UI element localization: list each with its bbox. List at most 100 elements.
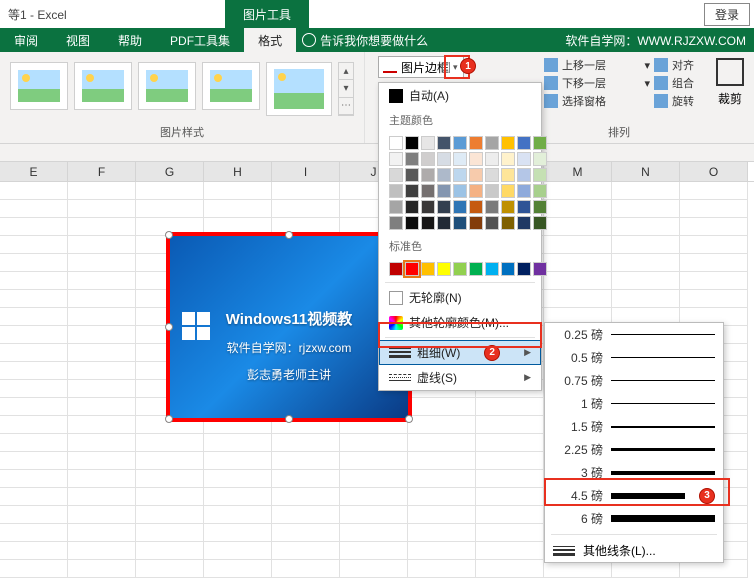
cell[interactable] — [476, 416, 544, 434]
cell[interactable] — [544, 182, 612, 200]
cell[interactable] — [68, 326, 136, 344]
crop-icon[interactable] — [716, 58, 744, 86]
auto-color-item[interactable]: 自动(A) — [379, 83, 541, 108]
color-swatch[interactable] — [501, 184, 515, 198]
color-swatch[interactable] — [517, 136, 531, 150]
cell[interactable] — [476, 398, 544, 416]
color-swatch[interactable] — [405, 200, 419, 214]
cell[interactable] — [680, 290, 748, 308]
cell[interactable] — [136, 182, 204, 200]
color-swatch[interactable] — [453, 200, 467, 214]
cell[interactable] — [476, 452, 544, 470]
cell[interactable] — [544, 200, 612, 218]
color-swatch[interactable] — [389, 262, 403, 276]
column-header[interactable]: G — [136, 162, 204, 181]
cell[interactable] — [272, 542, 340, 560]
color-swatch[interactable] — [405, 184, 419, 198]
cell[interactable] — [612, 200, 680, 218]
cell[interactable] — [0, 506, 68, 524]
cell[interactable] — [68, 344, 136, 362]
cell[interactable] — [476, 488, 544, 506]
color-swatch[interactable] — [533, 152, 547, 166]
rotate-button[interactable]: 旋转 — [672, 93, 694, 109]
color-swatch[interactable] — [469, 216, 483, 230]
cell[interactable] — [68, 416, 136, 434]
cell[interactable] — [0, 470, 68, 488]
cell[interactable] — [0, 236, 68, 254]
cell[interactable] — [136, 434, 204, 452]
cell[interactable] — [408, 488, 476, 506]
cell[interactable] — [340, 488, 408, 506]
cell[interactable] — [68, 254, 136, 272]
cell[interactable] — [136, 488, 204, 506]
cell[interactable] — [68, 182, 136, 200]
color-swatch[interactable] — [485, 168, 499, 182]
cell[interactable] — [0, 452, 68, 470]
color-swatch[interactable] — [421, 136, 435, 150]
color-swatch[interactable] — [437, 168, 451, 182]
cell[interactable] — [340, 524, 408, 542]
weight-option[interactable]: 3 磅 — [545, 461, 723, 484]
cell[interactable] — [272, 470, 340, 488]
cell[interactable] — [204, 524, 272, 542]
cell[interactable] — [68, 380, 136, 398]
cell[interactable] — [612, 290, 680, 308]
cell[interactable] — [340, 560, 408, 578]
column-header[interactable]: H — [204, 162, 272, 181]
column-header[interactable]: O — [680, 162, 748, 181]
color-swatch[interactable] — [421, 262, 435, 276]
cell[interactable] — [68, 308, 136, 326]
cell[interactable] — [272, 524, 340, 542]
cell[interactable] — [0, 398, 68, 416]
cell[interactable] — [476, 560, 544, 578]
weight-option[interactable]: 0.75 磅 — [545, 369, 723, 392]
color-swatch[interactable] — [405, 216, 419, 230]
column-header[interactable]: I — [272, 162, 340, 181]
cell[interactable] — [408, 452, 476, 470]
color-swatch[interactable] — [389, 152, 403, 166]
context-tab-picture-tools[interactable]: 图片工具 — [225, 0, 309, 28]
color-swatch[interactable] — [485, 136, 499, 150]
cell[interactable] — [68, 272, 136, 290]
cell[interactable] — [680, 182, 748, 200]
color-swatch[interactable] — [517, 184, 531, 198]
bring-forward-button[interactable]: 上移一层 — [562, 57, 606, 73]
cell[interactable] — [136, 506, 204, 524]
style-thumb[interactable] — [202, 62, 260, 110]
cell[interactable] — [680, 272, 748, 290]
cell[interactable] — [680, 236, 748, 254]
color-swatch[interactable] — [421, 168, 435, 182]
color-swatch[interactable] — [437, 152, 451, 166]
tab-review[interactable]: 审阅 — [0, 28, 52, 52]
align-button[interactable]: 对齐 — [672, 57, 694, 73]
cell[interactable] — [612, 218, 680, 236]
cell[interactable] — [136, 542, 204, 560]
cell[interactable] — [204, 434, 272, 452]
color-swatch[interactable] — [533, 136, 547, 150]
cell[interactable] — [68, 560, 136, 578]
send-backward-button[interactable]: 下移一层 — [562, 75, 606, 91]
cell[interactable] — [0, 218, 68, 236]
cell[interactable] — [68, 200, 136, 218]
cell[interactable] — [680, 200, 748, 218]
color-swatch[interactable] — [469, 168, 483, 182]
color-swatch[interactable] — [421, 216, 435, 230]
color-swatch[interactable] — [453, 216, 467, 230]
color-swatch[interactable] — [453, 184, 467, 198]
color-swatch[interactable] — [469, 136, 483, 150]
cell[interactable] — [272, 560, 340, 578]
weight-option[interactable]: 1 磅 — [545, 392, 723, 415]
tab-pdf-tools[interactable]: PDF工具集 — [156, 28, 244, 52]
column-header[interactable]: E — [0, 162, 68, 181]
cell[interactable] — [204, 488, 272, 506]
cell[interactable] — [0, 254, 68, 272]
color-swatch[interactable] — [517, 168, 531, 182]
color-swatch[interactable] — [437, 216, 451, 230]
cell[interactable] — [612, 182, 680, 200]
cell[interactable] — [408, 434, 476, 452]
cell[interactable] — [272, 182, 340, 200]
color-swatch[interactable] — [453, 152, 467, 166]
cell[interactable] — [340, 452, 408, 470]
cell[interactable] — [476, 506, 544, 524]
color-swatch[interactable] — [389, 216, 403, 230]
